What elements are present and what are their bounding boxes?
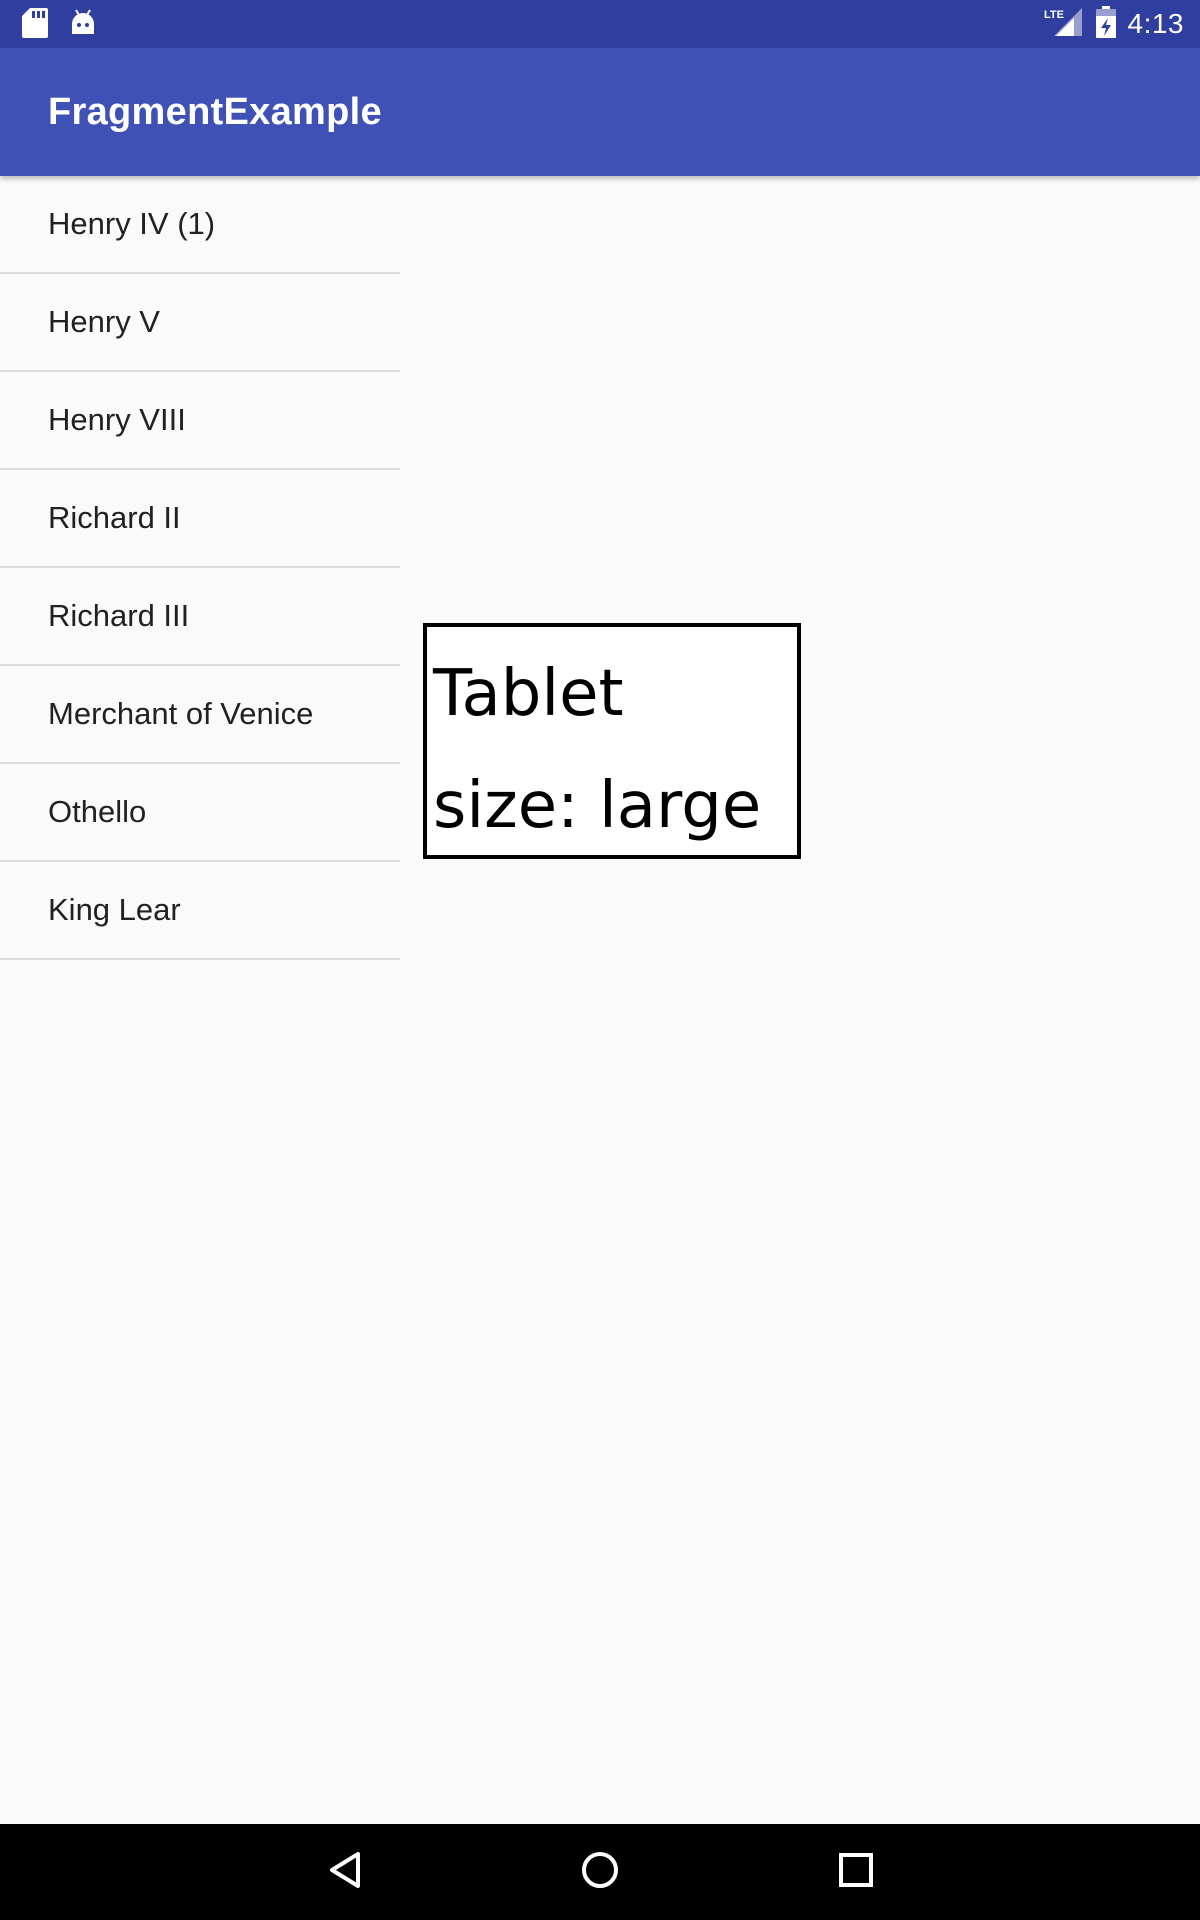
recents-button[interactable] xyxy=(808,1824,904,1920)
list-item-label: Othello xyxy=(48,794,147,829)
battery-charging-icon xyxy=(1095,5,1116,43)
list-item[interactable]: Othello xyxy=(0,764,400,862)
detail-box: Tablet size: large xyxy=(423,623,801,859)
list-item-label: Henry VIII xyxy=(48,402,186,437)
list-item[interactable]: Henry IV (1) xyxy=(0,176,400,274)
status-bar: LTE 4:13 xyxy=(0,0,1200,48)
status-right-icons: LTE 4:13 xyxy=(1044,0,1185,48)
detail-line-device: Tablet xyxy=(433,657,624,731)
list-item-label: Merchant of Venice xyxy=(48,696,314,731)
nav-bar xyxy=(0,1824,1200,1920)
lte-signal-icon: LTE xyxy=(1044,6,1084,43)
home-button[interactable] xyxy=(552,1824,648,1920)
list-item[interactable]: King Lear xyxy=(0,862,400,960)
status-left-icons xyxy=(22,8,96,43)
android-debug-icon xyxy=(70,8,96,43)
titles-list: Henry IV (1) Henry V Henry VIII Richard … xyxy=(0,176,400,960)
list-item-label: Richard II xyxy=(48,500,181,535)
list-item[interactable]: Henry V xyxy=(0,274,400,372)
screen: LTE 4:13 FragmentExample Henry IV (1) He… xyxy=(0,0,1200,1920)
svg-text:LTE: LTE xyxy=(1044,9,1064,21)
list-item-label: King Lear xyxy=(48,892,181,927)
sd-card-icon xyxy=(22,8,48,43)
recents-icon xyxy=(838,1852,874,1893)
list-item-label: Henry IV (1) xyxy=(48,206,216,241)
list-item-label: Henry V xyxy=(48,304,160,339)
back-button[interactable] xyxy=(296,1824,392,1920)
back-icon xyxy=(326,1850,362,1895)
list-item[interactable]: Richard II xyxy=(0,470,400,568)
list-item[interactable]: Merchant of Venice xyxy=(0,666,400,764)
app-bar: FragmentExample xyxy=(0,48,1200,176)
home-icon xyxy=(580,1850,620,1895)
app-title: FragmentExample xyxy=(48,91,382,133)
list-item[interactable]: Henry VIII xyxy=(0,372,400,470)
status-time: 4:13 xyxy=(1127,8,1184,39)
detail-line-size: size: large xyxy=(433,769,762,843)
list-item-label: Richard III xyxy=(48,598,190,633)
list-item[interactable]: Richard III xyxy=(0,568,400,666)
